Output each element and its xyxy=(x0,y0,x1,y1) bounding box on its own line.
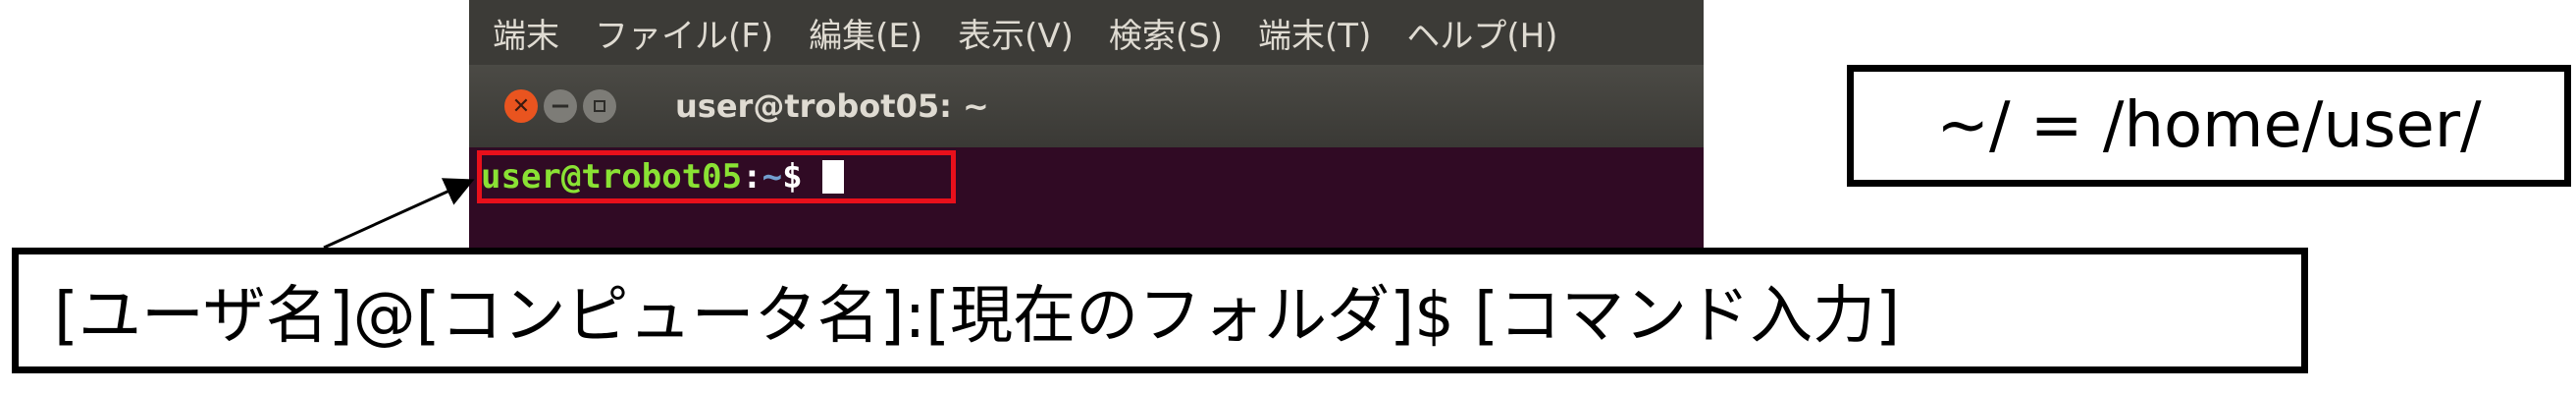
prompt-format-note: [ユーザ名]@[コンピュータ名]:[現在のフォルダ]$ [コマンド入力] xyxy=(12,248,2308,373)
prompt-symbol: $ xyxy=(782,157,803,197)
close-icon[interactable]: ✕ xyxy=(504,89,538,123)
menu-help[interactable]: ヘルプ(H) xyxy=(1406,9,1557,57)
prompt-user-host: user@trobot05 xyxy=(481,157,743,197)
menu-edit[interactable]: 編集(E) xyxy=(809,9,922,57)
window-title: user@trobot05: ~ xyxy=(675,87,989,125)
text-cursor xyxy=(821,160,844,194)
minimize-icon[interactable]: − xyxy=(544,89,577,123)
menu-terminal[interactable]: 端末 xyxy=(493,9,559,57)
terminal-window: 端末 ファイル(F) 編集(E) 表示(V) 検索(S) 端末(T) ヘルプ(H… xyxy=(469,0,1704,248)
command-prompt[interactable]: user@trobot05: ~ $ xyxy=(481,154,844,199)
menu-search[interactable]: 検索(S) xyxy=(1109,9,1223,57)
menu-bar: 端末 ファイル(F) 編集(E) 表示(V) 検索(S) 端末(T) ヘルプ(H… xyxy=(469,0,1704,65)
prompt-separator: : xyxy=(742,157,762,197)
menu-file[interactable]: ファイル(F) xyxy=(595,9,773,57)
maximize-icon[interactable] xyxy=(583,89,616,123)
screenshot-canvas: 端末 ファイル(F) 編集(E) 表示(V) 検索(S) 端末(T) ヘルプ(H… xyxy=(0,0,2576,394)
menu-view[interactable]: 表示(V) xyxy=(958,9,1074,57)
window-titlebar: ✕ − user@trobot05: ~ xyxy=(469,65,1704,147)
prompt-path: ~ xyxy=(762,157,783,197)
menu-terminal-settings[interactable]: 端末(T) xyxy=(1258,9,1371,57)
home-directory-note: ~/ = /home/user/ xyxy=(1847,65,2571,187)
